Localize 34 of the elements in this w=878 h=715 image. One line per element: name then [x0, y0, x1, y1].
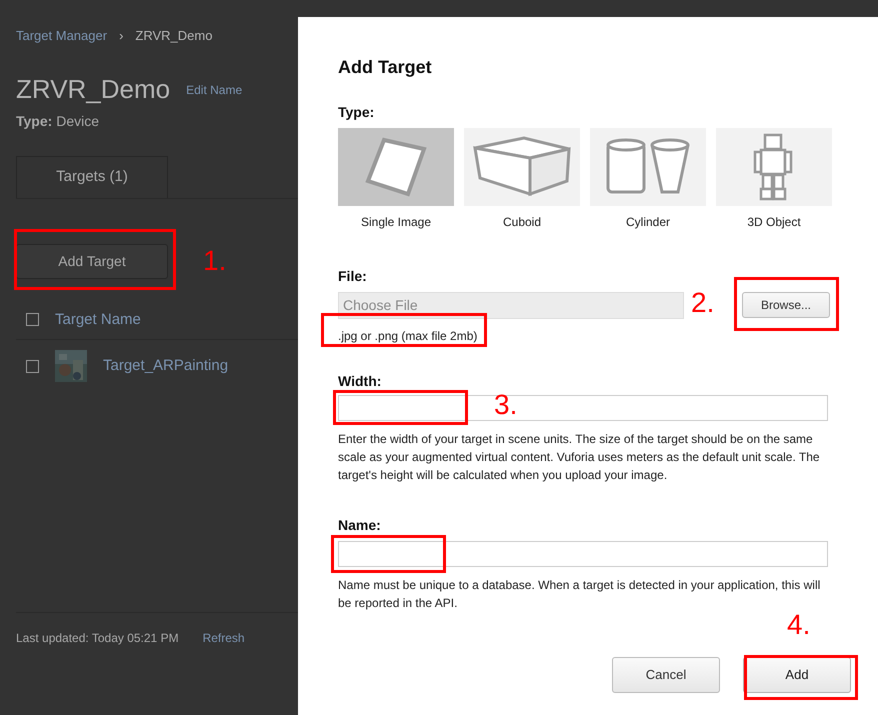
cylinders-icon [605, 138, 691, 196]
field-label: Width: [338, 372, 382, 389]
add-button[interactable]: Add [743, 656, 851, 693]
field-label: Name: [338, 516, 381, 533]
field-label: File: [338, 268, 367, 284]
last-updated-text: Last updated: Today 05:21 PM [16, 630, 179, 648]
checkbox[interactable] [26, 360, 39, 373]
name-field[interactable] [338, 540, 828, 567]
box-icon [472, 136, 572, 198]
robot-icon [753, 132, 795, 201]
refresh-link[interactable]: Refresh [202, 629, 245, 648]
annotation-number: 4. [787, 610, 810, 639]
name-help-text: Name must be unique to a database. When a target is detected in your application, this will be reported in the API. [338, 576, 822, 612]
breadcrumb-current: ZRVR_Demo [135, 27, 212, 45]
target-name-link[interactable]: Target_ARPainting [103, 354, 228, 378]
checkbox[interactable] [26, 313, 39, 326]
cancel-button[interactable]: Cancel [612, 656, 720, 693]
width-help-text: Enter the width of your target in scene units. The size of the target should be on the same scale as your augmented virtual content. Vuforia uses meters as the default unit scale. The target's height will be calculated when you upload your image. [338, 430, 821, 484]
dialog-title: Add Target [338, 57, 433, 79]
field-label: Type: [338, 104, 374, 120]
breadcrumb-separator: › [119, 27, 124, 45]
edit-name-link[interactable]: Edit Name [186, 80, 242, 105]
add-target-button[interactable]: Add Target [16, 244, 168, 279]
browse-button[interactable]: Browse... [742, 292, 830, 318]
annotation-number: 3. [494, 390, 518, 419]
column-header[interactable]: Target Name [55, 308, 141, 332]
database-type: Type: Device [16, 112, 100, 131]
file-hint: .jpg or .png (max file 2mb) [338, 328, 478, 345]
width-field[interactable] [338, 394, 828, 421]
annotation-number: 2. [691, 289, 714, 318]
annotation-number: 1. [203, 246, 226, 275]
breadcrumb-link[interactable]: Target Manager [16, 26, 108, 46]
database-title: ZRVR_Demo [16, 74, 170, 105]
tab[interactable]: Targets (1) [16, 156, 168, 198]
